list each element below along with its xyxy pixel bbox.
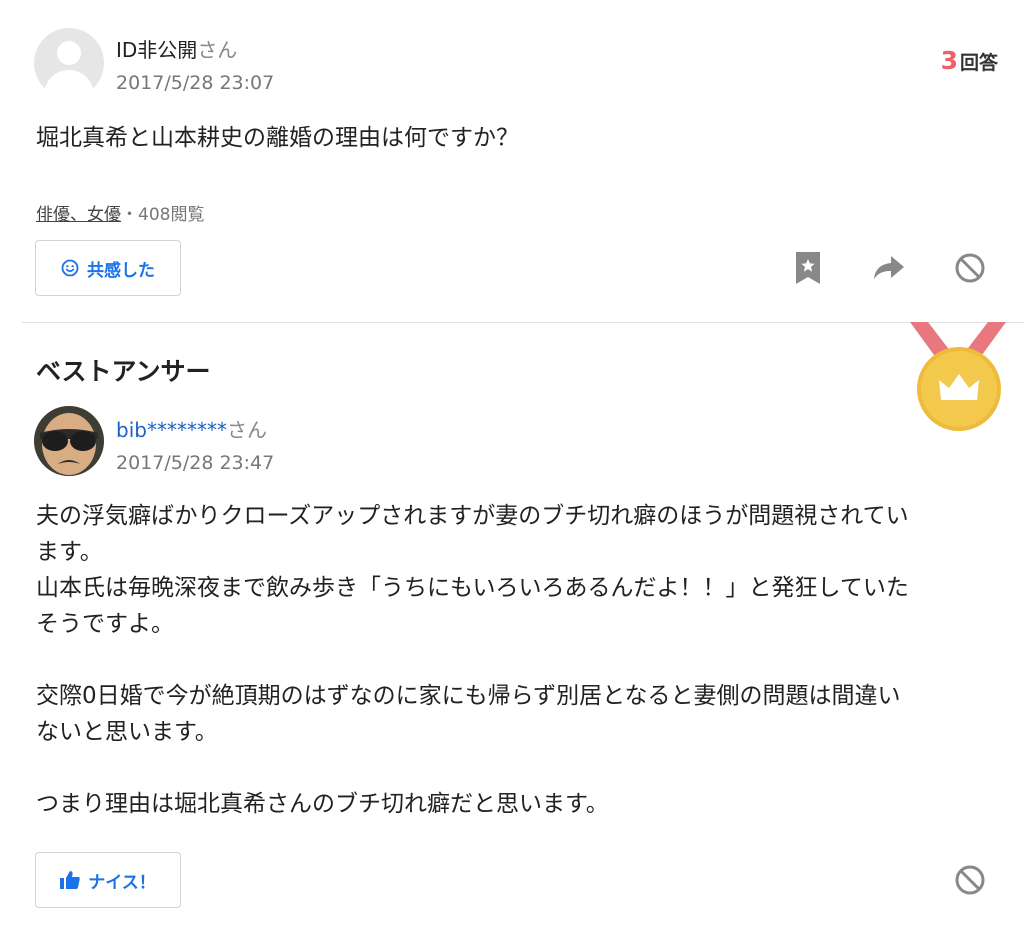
answer-line: そうですよ。 — [36, 611, 174, 637]
question-meta: 俳優、女優・408閲覧 — [36, 200, 204, 225]
answer-line: 交際0日婚で今が絶頂期のはずなのに家にも帰らず別居となると妻側の問題は間違い — [36, 683, 901, 709]
default-user-icon[interactable] — [34, 28, 104, 98]
section-divider — [22, 322, 1024, 323]
nice-button[interactable]: ナイス！ — [35, 852, 181, 908]
answerer-avatar[interactable] — [34, 406, 104, 476]
question-date: 2017/5/28 23:07 — [116, 72, 275, 94]
answer-line — [36, 642, 996, 678]
answer-count[interactable]: 3 回答 — [941, 46, 998, 75]
answer-line: 山本氏は毎晩深夜まで飲み歩き「うちにもいろいろあるんだよ！！」と発狂していた — [36, 575, 909, 601]
view-count: ・408閲覧 — [121, 205, 205, 225]
question-user-name[interactable]: ID非公開さん — [116, 34, 237, 63]
share-arrow-icon[interactable] — [871, 250, 907, 286]
best-answer-medal-icon — [906, 322, 1010, 432]
smile-icon — [61, 259, 79, 277]
block-icon[interactable] — [952, 862, 988, 898]
block-icon[interactable] — [952, 250, 988, 286]
question-section: ID非公開さん 2017/5/28 23:07 3 回答 堀北真希と山本耕史の離婚… — [0, 0, 1024, 322]
answer-line: 夫の浮気癖ばかりクローズアップされますが妻のブチ切れ癖のほうが問題視されてい — [36, 503, 909, 529]
answer-line: ないと思います。 — [36, 719, 218, 745]
answer-line — [36, 750, 996, 786]
category-link[interactable]: 俳優、女優 — [36, 205, 121, 225]
empathy-button[interactable]: 共感した — [35, 240, 181, 296]
bookmark-star-icon[interactable] — [790, 250, 826, 286]
answerer-user-name[interactable]: bib********さん — [116, 414, 267, 443]
thumbs-up-icon — [60, 871, 81, 889]
answer-line: つまり理由は堀北真希さんのブチ切れ癖だと思います。 — [36, 791, 609, 817]
best-answer-heading: ベストアンサー — [36, 357, 211, 386]
answer-line: ます。 — [36, 539, 103, 565]
answer-date: 2017/5/28 23:47 — [116, 452, 275, 474]
question-text: 堀北真希と山本耕史の離婚の理由は何ですか？ — [36, 125, 519, 151]
empathy-button-label: 共感した — [87, 260, 155, 281]
answer-text: 夫の浮気癖ばかりクローズアップされますが妻のブチ切れ癖のほうが問題視されてい ま… — [36, 498, 996, 822]
nice-button-label: ナイス！ — [88, 872, 156, 893]
